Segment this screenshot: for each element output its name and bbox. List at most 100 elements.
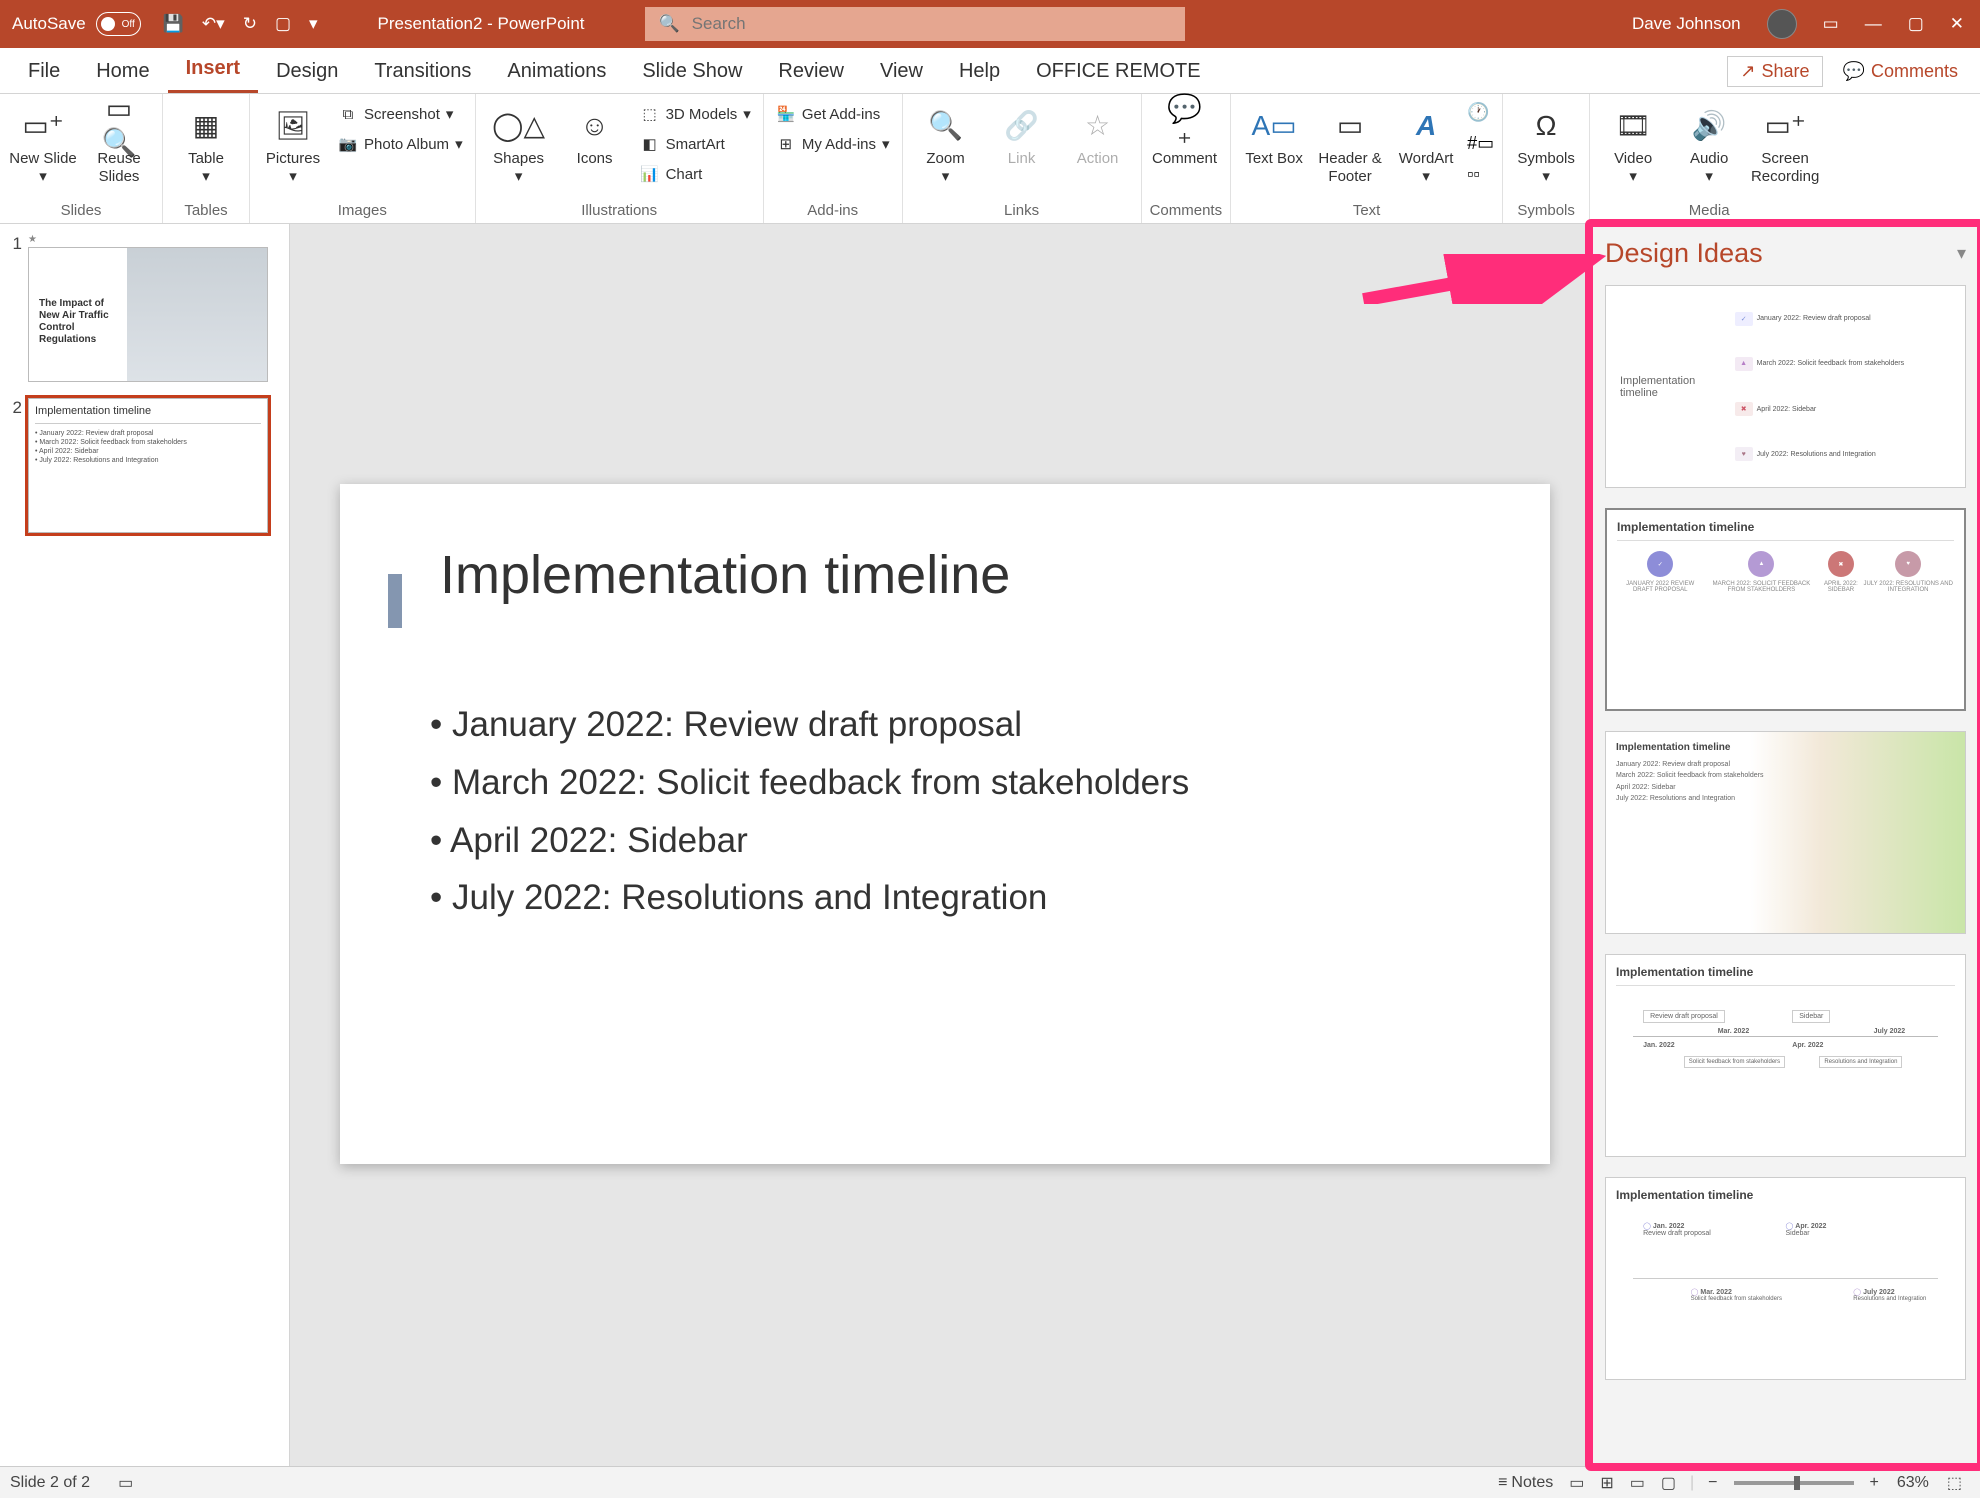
idea-item: January 2022: Review draft proposal — [1616, 759, 1955, 770]
textbox-button[interactable]: A▭Text Box — [1239, 102, 1309, 168]
group-label: Images — [258, 202, 467, 221]
slide-sorter-icon[interactable]: ⊞ — [1592, 1473, 1621, 1493]
tab-review[interactable]: Review — [760, 50, 862, 93]
slide-number-button[interactable]: #▭ — [1467, 133, 1494, 154]
current-slide[interactable]: Implementation timeline • January 2022: … — [340, 484, 1550, 1164]
idea-title: Implementation timeline — [1617, 520, 1954, 534]
new-slide-button[interactable]: ▭⁺New Slide▾ — [8, 102, 78, 186]
avatar[interactable] — [1767, 9, 1797, 39]
get-addins-button[interactable]: 🏪Get Add-ins — [772, 102, 894, 126]
cube-icon: ⬚ — [640, 104, 660, 124]
tab-help[interactable]: Help — [941, 50, 1018, 93]
toggle-switch[interactable]: Off — [96, 12, 141, 36]
reading-view-icon[interactable]: ▭ — [1622, 1473, 1653, 1493]
icons-button[interactable]: ☺Icons — [560, 102, 630, 168]
omega-icon: Ω — [1526, 106, 1566, 146]
arrow-icon: ▲ — [1735, 357, 1753, 371]
save-icon[interactable]: 💾 — [163, 14, 184, 34]
slide-title[interactable]: Implementation timeline — [440, 544, 1460, 606]
date-time-button[interactable]: 🕐 — [1467, 102, 1494, 123]
maximize-icon[interactable]: ▢ — [1908, 14, 1924, 34]
wordart-button[interactable]: AWordArt▾ — [1391, 102, 1461, 186]
design-idea-1[interactable]: Implementation timeline ✓January 2022: R… — [1605, 285, 1966, 488]
tab-home[interactable]: Home — [78, 50, 167, 93]
present-icon[interactable]: ▢ — [275, 14, 291, 34]
redo-icon[interactable]: ↻ — [243, 14, 257, 34]
comments-button[interactable]: 💬Comments — [1831, 57, 1970, 86]
zoom-button[interactable]: 🔍Zoom▾ — [911, 102, 981, 186]
close-icon[interactable]: ✕ — [1950, 14, 1964, 34]
shapes-button[interactable]: ◯△Shapes▾ — [484, 102, 554, 186]
slide-canvas[interactable]: Implementation timeline • January 2022: … — [290, 224, 1590, 1466]
ribbon-display-icon[interactable]: ▭ — [1823, 14, 1839, 34]
fit-to-window-button[interactable]: ⬚ — [1939, 1473, 1970, 1493]
tab-view[interactable]: View — [862, 50, 941, 93]
slide-body[interactable]: • January 2022: Review draft proposal • … — [430, 696, 1460, 927]
slide-counter: Slide 2 of 2 — [10, 1474, 90, 1492]
accessibility-button[interactable]: ▭ — [110, 1473, 141, 1493]
my-addins-button[interactable]: ⊞My Add-ins ▾ — [772, 132, 894, 156]
undo-icon[interactable]: ↶▾ — [202, 14, 225, 34]
thumb-bullets: • January 2022: Review draft proposal • … — [35, 430, 261, 464]
group-label: Links — [911, 202, 1133, 221]
autosave-toggle[interactable]: AutoSave Off — [12, 12, 141, 36]
screenshot-button[interactable]: ⧉Screenshot ▾ — [334, 102, 467, 126]
tab-slideshow[interactable]: Slide Show — [624, 50, 760, 93]
3d-models-button[interactable]: ⬚3D Models ▾ — [636, 102, 755, 126]
pictures-button[interactable]: 🖼Pictures▾ — [258, 102, 328, 186]
comment-button[interactable]: 💬⁺Comment — [1150, 102, 1220, 168]
photo-album-button[interactable]: 📷Photo Album ▾ — [334, 132, 467, 156]
search-box[interactable]: 🔍 — [645, 7, 1185, 41]
chart-button[interactable]: 📊Chart — [636, 162, 755, 186]
tab-file[interactable]: File — [10, 50, 78, 93]
tab-insert[interactable]: Insert — [168, 47, 258, 93]
idea-item: MARCH 2022: SOLICIT FEEDBACK FROM STAKEH… — [1703, 581, 1819, 593]
qat-more-icon[interactable]: ▾ — [309, 14, 318, 34]
design-ideas-pane[interactable]: Design Ideas ▾ Implementation timeline ✓… — [1590, 224, 1980, 1466]
slide-thumbnail-panel[interactable]: 1 ★ The Impact of New Air Traffic Contro… — [0, 224, 290, 1466]
slideshow-icon[interactable]: ▢ — [1653, 1473, 1684, 1493]
document-title: Presentation2 - PowerPoint — [378, 14, 585, 34]
thumbnail-1[interactable]: 1 ★ The Impact of New Air Traffic Contro… — [8, 234, 281, 382]
design-idea-4[interactable]: Implementation timeline Review draft pro… — [1605, 954, 1966, 1157]
thumb-bullet: • April 2022: Sidebar — [35, 448, 261, 455]
object-button[interactable]: ▫▫ — [1467, 164, 1494, 185]
tools-icon: ✖ — [1828, 551, 1854, 577]
chevron-down-icon[interactable]: ▾ — [1957, 243, 1966, 264]
video-button[interactable]: 🎞Video▾ — [1598, 102, 1668, 186]
header-icon: ▭ — [1330, 106, 1370, 146]
design-idea-5[interactable]: Implementation timeline ◯ Jan. 2022Revie… — [1605, 1177, 1966, 1380]
header-label: Header & Footer — [1315, 150, 1385, 186]
audio-button[interactable]: 🔊Audio▾ — [1674, 102, 1744, 186]
group-label: Add-ins — [772, 202, 894, 221]
share-button[interactable]: ↗Share — [1727, 56, 1822, 87]
normal-view-icon[interactable]: ▭ — [1561, 1473, 1592, 1493]
header-footer-button[interactable]: ▭ Header & Footer — [1315, 102, 1385, 186]
zoom-slider[interactable] — [1734, 1481, 1854, 1485]
design-idea-2[interactable]: Implementation timeline ✓JANUARY 2022 RE… — [1605, 508, 1966, 711]
thumb-slide-2[interactable]: Implementation timeline • January 2022: … — [28, 398, 268, 533]
symbols-button[interactable]: ΩSymbols▾ — [1511, 102, 1581, 186]
table-button[interactable]: ▦Table▾ — [171, 102, 241, 186]
link-label: Link — [1008, 150, 1036, 168]
reuse-slides-button[interactable]: ▭🔍Reuse Slides — [84, 102, 154, 186]
thumb-slide-1[interactable]: The Impact of New Air Traffic Control Re… — [28, 247, 268, 382]
screen-recording-button[interactable]: ▭⁺Screen Recording — [1750, 102, 1820, 186]
tab-office-remote[interactable]: OFFICE REMOTE — [1018, 50, 1218, 93]
tab-transitions[interactable]: Transitions — [356, 50, 489, 93]
tab-animations[interactable]: Animations — [489, 50, 624, 93]
screenshot-label: Screenshot — [364, 106, 440, 123]
notes-button[interactable]: ≡ Notes — [1490, 1474, 1561, 1492]
idea-item: April 2022: Sidebar — [1757, 406, 1817, 413]
comments-label: Comments — [1871, 61, 1958, 82]
zoom-level: 63% — [1897, 1474, 1929, 1492]
search-input[interactable] — [692, 14, 1171, 34]
idea-item: July 2022: Resolutions and Integration — [1757, 451, 1876, 458]
design-idea-3[interactable]: Implementation timeline January 2022: Re… — [1605, 731, 1966, 934]
zoom-out-button[interactable]: − — [1700, 1474, 1725, 1492]
tab-design[interactable]: Design — [258, 50, 356, 93]
minimize-icon[interactable]: — — [1865, 14, 1882, 34]
smartart-button[interactable]: ◧SmartArt — [636, 132, 755, 156]
thumbnail-2[interactable]: 2 Implementation timeline • January 2022… — [8, 398, 281, 533]
zoom-in-button[interactable]: + — [1862, 1474, 1887, 1492]
